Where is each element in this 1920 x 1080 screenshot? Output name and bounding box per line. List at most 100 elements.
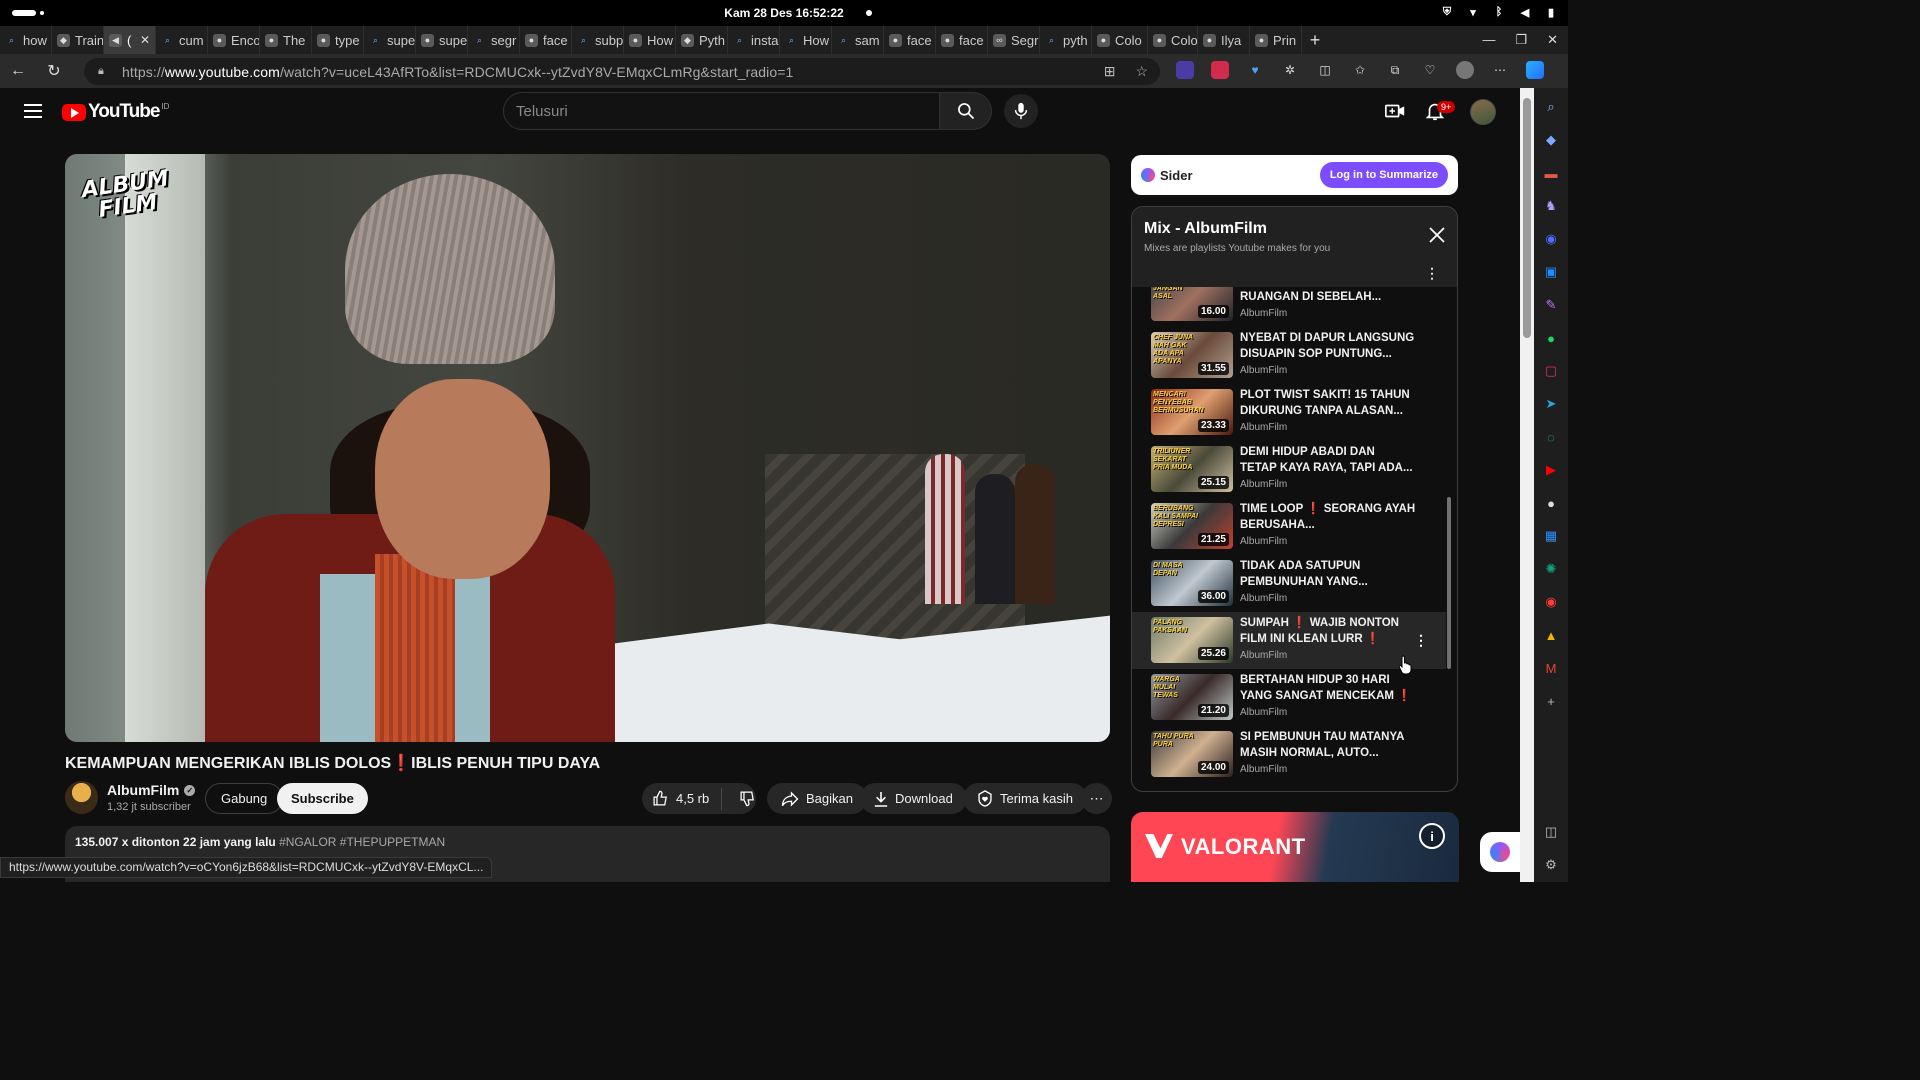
playlist-item-title[interactable]: NYEBAT DI DAPUR LANGSUNG DISUAPIN SOP PUN… (1240, 330, 1416, 362)
browser-tab[interactable]: ◀ (✕ (104, 26, 156, 54)
browser-tab[interactable]: ● How (624, 26, 676, 54)
playlist-item[interactable]: CHEF JUNA MAH GAK ADA APA APANYA 31.55 NYE… (1132, 327, 1446, 384)
sidebar-chess-icon[interactable]: ♞ (1543, 195, 1559, 217)
browser-tab[interactable]: ∞ Segr (988, 26, 1040, 54)
close-window-icon[interactable]: ✕ (1547, 32, 1558, 48)
os-clock[interactable]: Kam 28 Des 16:52:22 (0, 6, 1568, 20)
sidebar-github-icon[interactable]: ● (1543, 492, 1559, 514)
sidebar-youtube-icon[interactable]: ▶ (1543, 459, 1559, 481)
playlist-item-title[interactable]: BERTAHAN HIDUP 30 HARI YANG SANGAT MENCEK… (1240, 672, 1416, 704)
channel-name[interactable]: AlbumFilm ✓ (107, 782, 196, 798)
wifi-icon[interactable]: ▾ (1466, 5, 1480, 19)
security-icon[interactable]: ⛨ (1440, 5, 1454, 19)
ad-info-icon[interactable]: i (1419, 823, 1445, 849)
playlist-item[interactable]: OTAK JANGAN ASAL 16.00 PRIA INI TIDAK TAHU… (1132, 287, 1446, 327)
browser-tab[interactable]: ● face (936, 26, 988, 54)
playlist-item[interactable]: WARGA MULAI TEWAS 21.20 BERTAHAN HIDUP 30 … (1132, 669, 1446, 726)
sidebar-designer-icon[interactable]: ✎ (1543, 294, 1559, 316)
browser-tab[interactable]: ⌕ how (0, 26, 52, 54)
browser-tab[interactable]: ● type (312, 26, 364, 54)
playlist-item[interactable]: TRILIUNER SEKARAT PRIA MUDA 25.15 DEMI HID… (1132, 441, 1446, 498)
extension-red-icon[interactable] (1211, 61, 1229, 79)
page-scrollbar[interactable] (1520, 88, 1534, 882)
browser-tab[interactable]: ◆ Pyth (676, 26, 728, 54)
playlist-item-title[interactable]: SUMPAH ❗ WAJIB NONTON FILM INI KLEAN LURR… (1240, 615, 1416, 647)
extension-heart-icon[interactable]: ♥ (1246, 61, 1264, 79)
bluetooth-icon[interactable]: ᛒ (1492, 5, 1506, 19)
playlist-item[interactable]: MENCARI PENYEBAB BERMUSUHAN 23.33 PLOT TWI… (1132, 384, 1446, 441)
playlist-scrollbar[interactable] (1447, 497, 1451, 669)
playlist-item-title[interactable]: SI PEMBUNUH TAU MATANYA MASIH NORMAL, AUT… (1240, 729, 1416, 761)
system-tray[interactable]: ⛨ ▾ ᛒ ◀ ▮ (1440, 5, 1558, 19)
playlist-item-thumbnail[interactable]: CHEF JUNA MAH GAK ADA APA APANYA 31.55 (1151, 332, 1233, 378)
browser-tab[interactable]: ● Enco (208, 26, 260, 54)
playlist-item-thumbnail[interactable]: BERUBANG KALI SAMPAI DEPRESI 21.25 (1151, 503, 1233, 549)
extension-purple-icon[interactable] (1176, 61, 1194, 79)
page-scrollbar-thumb[interactable] (1523, 98, 1531, 338)
volume-icon[interactable]: ◀ (1518, 5, 1532, 19)
playlist-item[interactable]: TAHU PURA PURA 24.00 SI PEMBUNUH TAU MATAN… (1132, 726, 1446, 783)
sider-float-button[interactable] (1480, 832, 1520, 872)
playlist-item-thumbnail[interactable]: WARGA MULAI TEWAS 21.20 (1151, 674, 1233, 720)
browser-tab[interactable]: ⌕ pyth (1040, 26, 1092, 54)
search-input[interactable]: Telusuri (503, 92, 940, 130)
battery-icon[interactable]: ▮ (1544, 5, 1558, 19)
playlist-item-thumbnail[interactable]: TAHU PURA PURA 24.00 (1151, 731, 1233, 777)
url-text[interactable]: https://www.youtube.com/watch?v=uceL43Af… (122, 64, 793, 80)
playlist-item[interactable]: BERUBANG KALI SAMPAI DEPRESI 21.25 TIME LO… (1132, 498, 1446, 555)
voice-search-button[interactable] (1004, 94, 1038, 128)
browser-tab[interactable]: ● supe (416, 26, 468, 54)
playlist-item-title[interactable]: DEMI HIDUP ABADI DAN TETAP KAYA RAYA, TAP… (1240, 444, 1416, 476)
browser-tab[interactable]: ● Colo (1092, 26, 1148, 54)
browser-tab[interactable]: ● face (884, 26, 936, 54)
profile-avatar-icon[interactable] (1456, 61, 1474, 79)
sidebar-gmail-icon[interactable]: M (1543, 657, 1559, 679)
playlist-item-thumbnail[interactable]: OTAK JANGAN ASAL 16.00 (1151, 287, 1233, 321)
browser-tab[interactable]: ⌕ segr (468, 26, 520, 54)
video-player[interactable]: ALBUM FILM (65, 154, 1110, 742)
reload-icon[interactable]: ↻ (36, 61, 72, 81)
sidebar-whatsapp-icon[interactable]: ◌ (1543, 426, 1559, 448)
browser-tab[interactable]: ⌕ cum (156, 26, 208, 54)
maximize-icon[interactable]: ❐ (1515, 32, 1527, 48)
create-video-icon[interactable] (1384, 100, 1406, 122)
playlist-item-title[interactable]: TIME LOOP ❗ SEORANG AYAH BERUSAHA... (1240, 501, 1416, 533)
sidebar-telegram-icon[interactable]: ➤ (1543, 393, 1559, 415)
playlist-item-title[interactable]: PLOT TWIST SAKIT! 15 TAHUN DIKURUNG TANPA… (1240, 387, 1416, 419)
channel-avatar[interactable] (65, 781, 98, 814)
sidebar-chatgpt-icon[interactable]: ✺ (1543, 558, 1559, 580)
like-button[interactable]: 4,5 rb (642, 787, 723, 810)
sidebar-tools-icon[interactable]: ▬ (1543, 162, 1559, 184)
browser-tab[interactable]: ⌕ subp (572, 26, 624, 54)
more-actions-button[interactable]: ⋯ (1081, 783, 1112, 814)
playlist-item-thumbnail[interactable]: MENCARI PENYEBAB BERMUSUHAN 23.33 (1151, 389, 1233, 435)
sidebar-calendar-icon[interactable]: ▦ (1543, 525, 1559, 547)
playlist-item-thumbnail[interactable]: PALANG PAKSAAN 25.26 (1151, 617, 1233, 663)
split-screen-icon[interactable]: ◫ (1316, 61, 1334, 79)
browser-tab[interactable]: ● Prin (1250, 26, 1302, 54)
sidebar-music-icon[interactable]: ◉ (1543, 591, 1559, 613)
new-tab-button[interactable]: + (1302, 30, 1328, 51)
sidebar-settings-icon[interactable]: ⚙ (1543, 854, 1559, 876)
lock-icon[interactable]: 🔒︎ (98, 65, 110, 78)
browser-tab[interactable]: ⌕ insta (728, 26, 780, 54)
playlist-item[interactable]: DI MASA DEPAN 36.00 TIDAK ADA SATUPUN PEMBU… (1132, 555, 1446, 612)
playlist-title[interactable]: Mix - AlbumFilm (1144, 220, 1445, 238)
close-tab-icon[interactable]: ✕ (140, 33, 150, 47)
hashtags[interactable]: #NGALOR #THEPUPPETMAN (279, 835, 445, 849)
collections-icon[interactable]: ⧉ (1386, 61, 1404, 79)
share-button[interactable]: Bagikan (767, 783, 867, 814)
menu-hamburger-icon[interactable] (24, 104, 42, 122)
sidebar-drive-icon[interactable]: ▲ (1543, 624, 1559, 646)
favorites-icon[interactable]: ✩ (1351, 61, 1369, 79)
browser-tab[interactable]: ⌕ How (780, 26, 832, 54)
download-button[interactable]: Download (860, 783, 967, 814)
browser-tab[interactable]: ⌕ supe (364, 26, 416, 54)
sidebar-add-icon[interactable]: + (1543, 690, 1559, 712)
playlist-item-title[interactable]: TIDAK ADA SATUPUN PEMBUNUHAN YANG... (1240, 558, 1416, 590)
subscribe-button[interactable]: Subscribe (277, 783, 368, 814)
account-avatar[interactable] (1470, 99, 1496, 125)
close-playlist-icon[interactable] (1429, 227, 1445, 243)
extensions-puzzle-icon[interactable]: ✲ (1281, 61, 1299, 79)
dislike-button[interactable] (729, 790, 766, 807)
